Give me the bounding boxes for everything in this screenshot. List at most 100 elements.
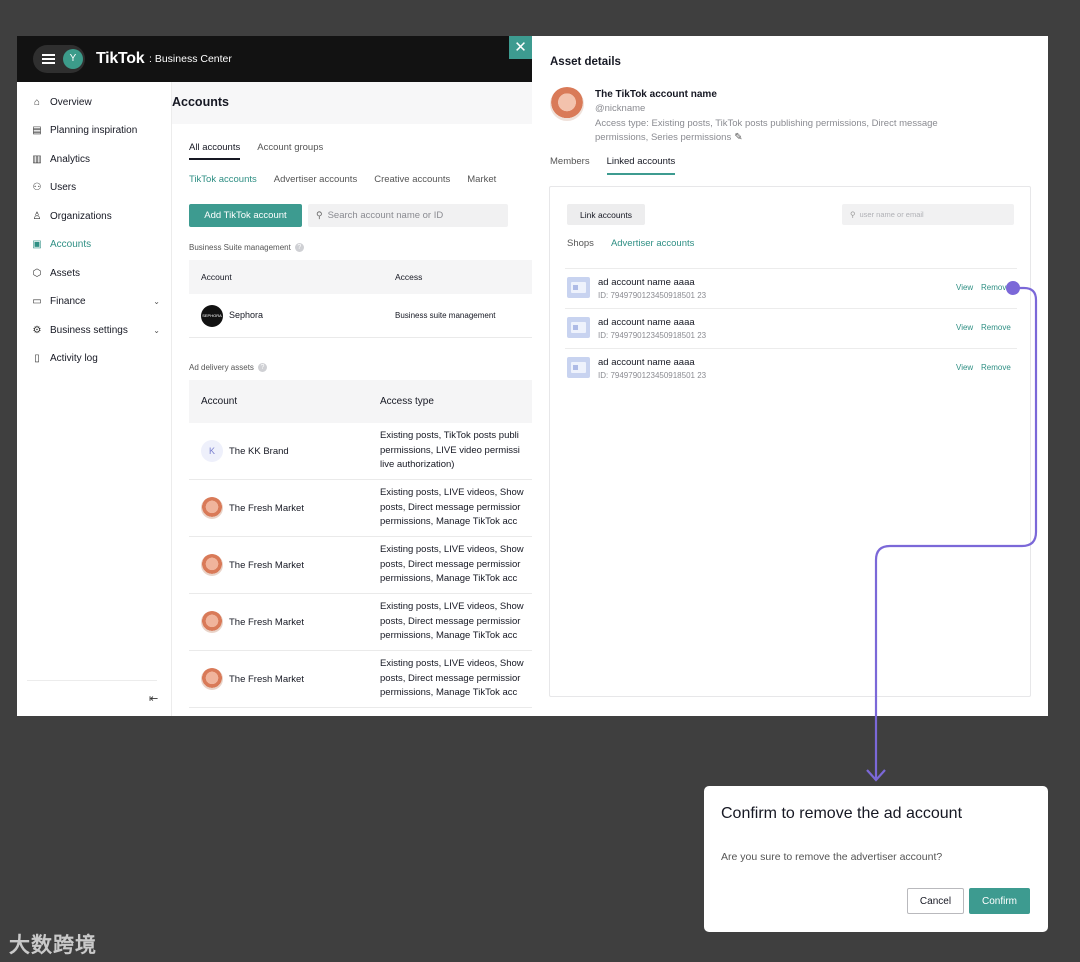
planning-icon: ▤ [32, 124, 42, 136]
sidebar-item-organizations[interactable]: ♙ Organizations [17, 205, 172, 227]
access-line: permissions, Manage TikTok acc [380, 630, 518, 641]
account-nickname: @nickname [595, 103, 646, 114]
log-icon: ▯ [34, 352, 40, 364]
access-type-text: Access type: Existing posts, TikTok post… [595, 117, 985, 145]
link-accounts-button[interactable]: Link accounts [567, 204, 645, 225]
help-icon[interactable]: ? [257, 363, 267, 372]
tab-members[interactable]: Members [550, 156, 590, 175]
view-link[interactable]: View [956, 283, 973, 292]
table-row[interactable]: The Fresh Market Existing posts, LIVE vi… [189, 651, 532, 708]
remove-link[interactable]: Remove [981, 363, 1011, 372]
view-link[interactable]: View [956, 363, 973, 372]
access-line: permissions, Manage TikTok acc [380, 687, 518, 698]
section-label-text: Ad delivery assets [189, 363, 254, 372]
tab-account-groups[interactable]: Account groups [257, 142, 323, 160]
account-name: The TikTok account name [595, 89, 717, 100]
access-line: Existing posts, LIVE videos, Show [380, 544, 524, 555]
help-icon[interactable]: ? [294, 243, 304, 252]
table-row[interactable]: SEPHORA Sephora Business suite managemen… [189, 294, 532, 338]
chevron-down-icon: ⌄ [153, 296, 160, 306]
table-row[interactable]: The Fresh Market Existing posts, LIVE vi… [189, 480, 532, 537]
close-panel-button[interactable]: ✕ [509, 36, 532, 59]
table-row[interactable]: The Fresh Market Existing posts, LIVE vi… [189, 537, 532, 594]
add-tiktok-account-button[interactable]: Add TikTok account [189, 204, 302, 227]
table-header: Account Access [189, 260, 532, 294]
access-value: Business suite management [395, 311, 496, 320]
menu-button[interactable]: Y [33, 45, 85, 73]
avatar[interactable]: Y [63, 49, 83, 69]
brand-logo: TikTok [96, 50, 145, 67]
search-placeholder: user name or email [859, 210, 924, 219]
tab-all-accounts[interactable]: All accounts [189, 142, 241, 160]
avatar [201, 497, 223, 519]
avatar [201, 554, 223, 576]
ad-account-id: ID: 7949790123450918501 23 [598, 371, 707, 380]
sidebar-item-planning-inspiration[interactable]: ▤ Planning inspiration [17, 119, 172, 141]
remove-link[interactable]: Remove [981, 283, 1011, 292]
sidebar-item-business-settings[interactable]: ⚙ Business settings ⌄ [17, 319, 172, 341]
tab-creative-accounts[interactable]: Creative accounts [374, 174, 450, 185]
sidebar-item-label: Organizations [50, 210, 112, 222]
tab-advertiser-accounts[interactable]: Advertiser accounts [611, 238, 694, 249]
sidebar-item-assets[interactable]: ⬡ Assets [17, 262, 172, 284]
settings-icon: ⚙ [32, 324, 42, 336]
edit-icon[interactable]: ✎ [734, 132, 742, 143]
access-line: Existing posts, TikTok posts publi [380, 430, 519, 441]
tab-linked-accounts[interactable]: Linked accounts [606, 156, 676, 175]
remove-link[interactable]: Remove [981, 323, 1011, 332]
sidebar-item-activity-log[interactable]: ▯ Activity log [17, 347, 172, 369]
tab-shops[interactable]: Shops [567, 238, 594, 249]
organizations-icon: ♙ [32, 210, 42, 222]
account-name: The KK Brand [229, 446, 289, 457]
sidebar-item-accounts[interactable]: ▣ Accounts [17, 233, 172, 255]
ad-account-id: ID: 7949790123450918501 23 [598, 291, 707, 300]
access-line: permissions, LIVE video permissi [380, 444, 520, 456]
sidebar-item-users[interactable]: ⚇ Users [17, 176, 172, 198]
access-line: permissions, Manage TikTok acc [380, 573, 518, 584]
analytics-icon: ▥ [32, 153, 42, 165]
search-input[interactable]: ⚲ Search account name or ID [308, 204, 508, 227]
column-header-account: Account [201, 396, 238, 407]
view-link[interactable]: View [956, 323, 973, 332]
panel-tabs: Members Linked accounts [550, 156, 676, 175]
collapse-sidebar-icon[interactable]: ⇤ [149, 692, 158, 705]
access-line: Existing posts, LIVE videos, Show [380, 658, 524, 669]
list-item: ad account name aaaa ID: 794979012345091… [565, 268, 1017, 308]
section-label-ad-delivery: Ad delivery assets ? [189, 363, 267, 372]
sidebar-item-finance[interactable]: ▭ Finance ⌄ [17, 290, 172, 312]
account-name: The Fresh Market [229, 503, 304, 514]
linked-accounts-box: Link accounts ⚲ user name or email Shops… [549, 186, 1031, 697]
confirm-button[interactable]: Confirm [969, 888, 1030, 914]
tab-market[interactable]: Market [467, 174, 496, 185]
tab-advertiser-accounts[interactable]: Advertiser accounts [274, 174, 357, 185]
cancel-button[interactable]: Cancel [907, 888, 964, 914]
column-header-access-type: Access type [380, 396, 434, 407]
search-icon: ⚲ [316, 210, 323, 220]
users-icon: ⚇ [32, 181, 42, 193]
column-header-account: Account [201, 272, 232, 282]
tab-tiktok-accounts[interactable]: TikTok accounts [189, 174, 257, 185]
panel-title: Asset details [550, 56, 621, 68]
sidebar-item-label: Planning inspiration [50, 124, 138, 136]
sidebar-item-label: Assets [50, 267, 81, 279]
table-row[interactable]: The Fresh Market Existing posts, LIVE vi… [189, 594, 532, 651]
chevron-down-icon: ⌄ [153, 325, 160, 335]
access-value: Existing posts, LIVE videos, Show posts,… [380, 486, 524, 530]
sidebar-item-analytics[interactable]: ▥ Analytics [17, 148, 172, 170]
sidebar-item-label: Accounts [50, 238, 92, 250]
asset-details-panel: Asset details The TikTok account name @n… [532, 36, 1048, 716]
sidebar-item-overview[interactable]: ⌂ Overview [17, 91, 172, 113]
ad-account-name: ad account name aaaa [598, 357, 695, 368]
table-row[interactable]: K The KK Brand Existing posts, TikTok po… [189, 423, 532, 480]
avatar [201, 611, 223, 633]
access-line: Access type: Existing posts, TikTok post… [595, 118, 938, 129]
sidebar-item-label: Activity log [50, 352, 98, 364]
dialog-title: Confirm to remove the ad account [721, 805, 963, 822]
avatar: SEPHORA [201, 305, 223, 327]
user-search-input[interactable]: ⚲ user name or email [842, 204, 1014, 225]
avatar [201, 668, 223, 690]
sidebar-item-label: Finance [50, 295, 86, 307]
watermark-logo: 大数跨境 [9, 933, 97, 957]
section-label-text: Business Suite management [189, 243, 291, 252]
ad-account-icon [567, 357, 590, 378]
